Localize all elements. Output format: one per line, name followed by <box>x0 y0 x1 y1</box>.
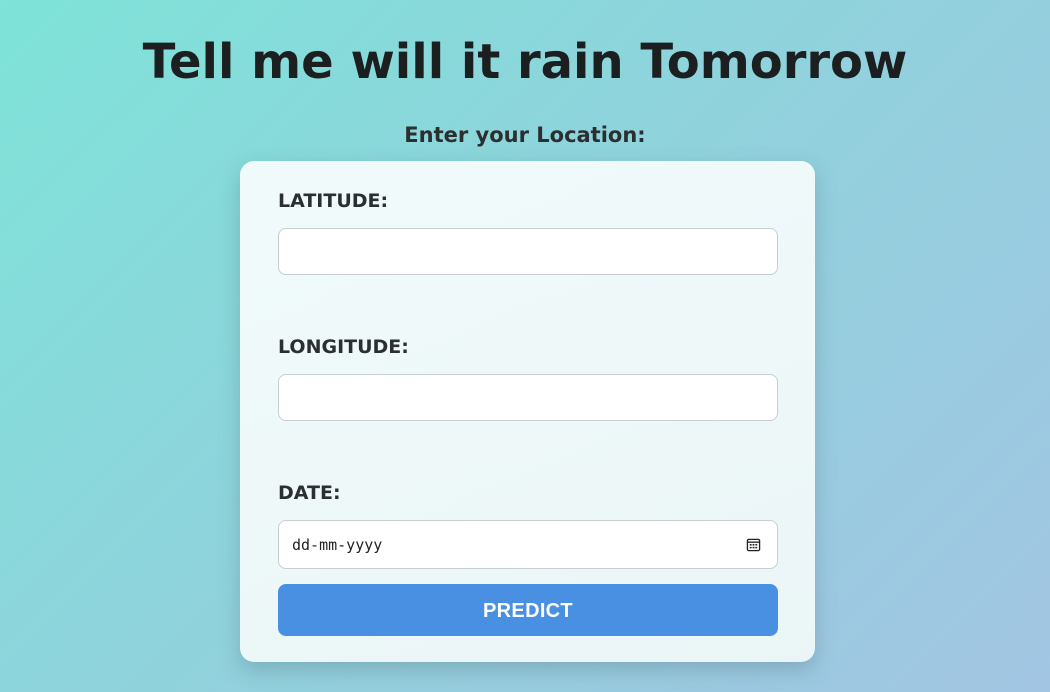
longitude-label: LONGITUDE: <box>278 336 409 358</box>
predict-button[interactable]: PREDICT <box>278 584 778 636</box>
location-prompt: Enter your Location: <box>404 123 646 147</box>
longitude-input[interactable] <box>278 374 778 421</box>
date-label: DATE: <box>278 482 341 504</box>
latitude-label: LATITUDE: <box>278 190 389 212</box>
date-placeholder: dd-mm-yyyy <box>292 536 383 554</box>
date-input[interactable]: dd-mm-yyyy <box>278 520 778 569</box>
page-title: Tell me will it rain Tomorrow <box>142 34 908 90</box>
latitude-input[interactable] <box>278 228 778 275</box>
prediction-form-card: LATITUDE: LONGITUDE: DATE: dd-mm-yyyy PR… <box>240 161 815 662</box>
calendar-icon[interactable] <box>746 537 761 552</box>
